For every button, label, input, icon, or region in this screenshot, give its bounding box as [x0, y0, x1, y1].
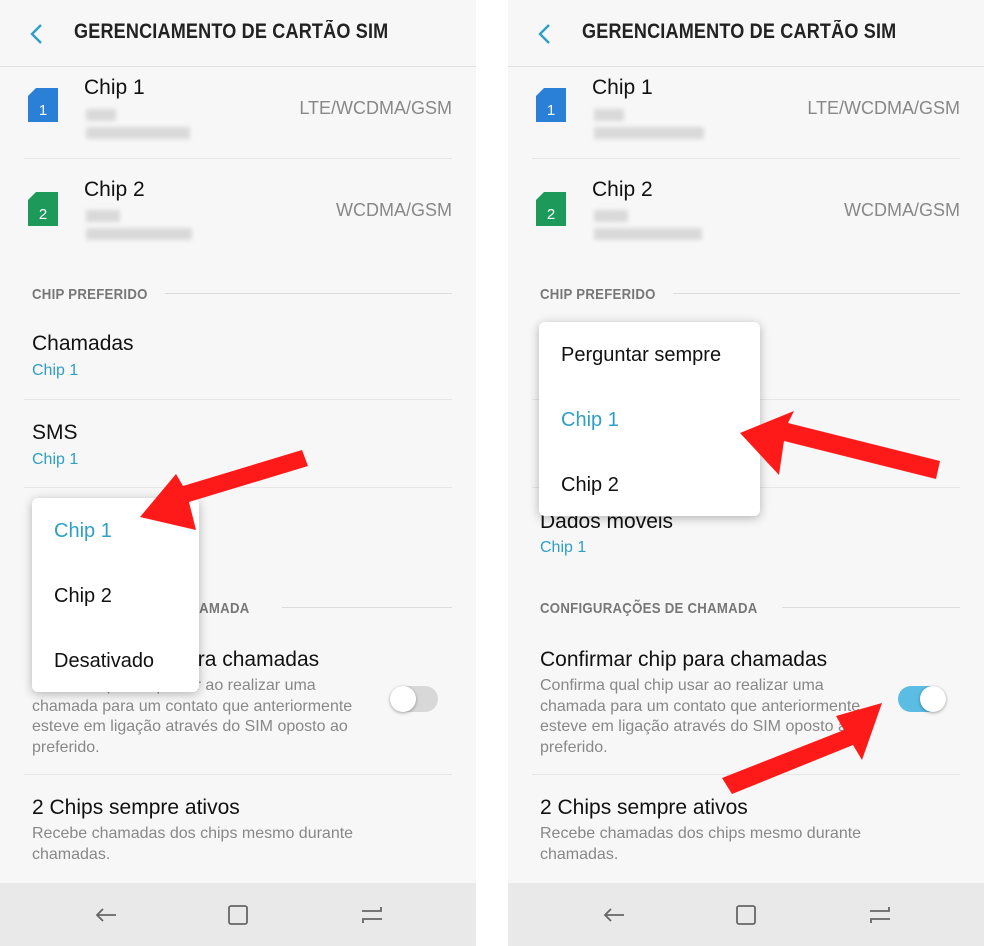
red-arrow-annotation — [140, 450, 308, 530]
red-arrow-annotation — [722, 411, 940, 794]
settings-screen-left: GERENCIAMENTO DE CARTÃO SIM 1 Chip 1 LTE… — [0, 0, 476, 946]
settings-screen-right: GERENCIAMENTO DE CARTÃO SIM 1 Chip 1 LTE… — [508, 0, 984, 946]
